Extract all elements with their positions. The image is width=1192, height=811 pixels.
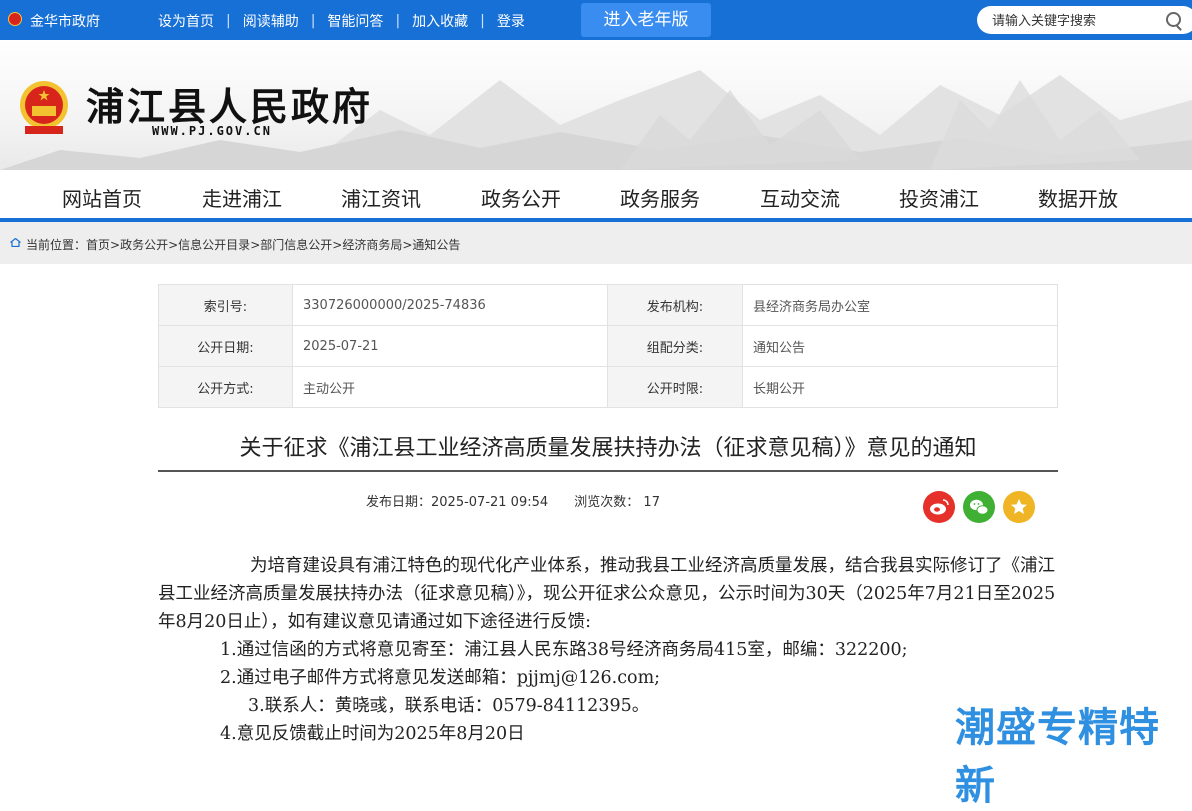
add-favorite-button[interactable] — [1003, 491, 1035, 523]
breadcrumb: 当前位置：首页>政务公开>信息公开目录>部门信息公开>经济商务局>通知公告 — [0, 222, 1192, 264]
breadcrumb-catalog[interactable]: 信息公开目录 — [178, 238, 250, 252]
meta-value: 330726000000/2025-74836 — [292, 284, 608, 326]
breadcrumb-dept-info[interactable]: 部门信息公开 — [260, 238, 332, 252]
meta-label: 公开方式: — [158, 366, 293, 408]
nav-about-pujiang[interactable]: 走进浦江 — [202, 183, 282, 212]
list-item: 4.意见反馈截止时间为2025年8月20日 — [220, 724, 525, 744]
table-row: 公开日期: 2025-07-21 组配分类: 通知公告 — [158, 325, 1058, 367]
publish-info: 发布日期：2025-07-21 09:54 浏览次数： 17 — [366, 491, 682, 510]
list-item: 1.通过信函的方式将意见寄至：浦江县人民东路38号经济商务局415室，邮编：32… — [220, 640, 908, 660]
nav-gov-affairs[interactable]: 政务公开 — [481, 183, 561, 212]
jinhua-gov-link[interactable]: 金华市政府 — [30, 11, 100, 31]
table-row: 索引号: 330726000000/2025-74836 发布机构: 县经济商务… — [158, 284, 1058, 326]
breadcrumb-home[interactable]: 首页 — [86, 238, 110, 252]
site-header: 浦江县人民政府 WWW.PJ.GOV.CN — [0, 40, 1192, 170]
breadcrumb-economic-bureau[interactable]: 经济商务局 — [342, 238, 402, 252]
top-links: 设为首页 | 阅读辅助 | 智能问答 | 加入收藏 | 登录 — [158, 11, 525, 31]
article-title: 关于征求《浦江县工业经济高质量发展扶持办法（征求意见稿）》意见的通知 — [239, 436, 977, 461]
home-icon — [10, 238, 21, 247]
document-meta-table: 索引号: 330726000000/2025-74836 发布机构: 县经济商务… — [158, 284, 1058, 408]
meta-label: 索引号: — [158, 284, 293, 326]
wechat-icon — [970, 499, 989, 515]
share-weibo-button[interactable] — [923, 491, 955, 523]
star-icon — [1011, 499, 1027, 514]
nav-interaction[interactable]: 互动交流 — [760, 183, 840, 212]
meta-label: 公开日期: — [158, 325, 293, 367]
meta-label: 组配分类: — [607, 325, 743, 367]
search-icon[interactable] — [1166, 12, 1181, 27]
search-input[interactable] — [990, 10, 1164, 32]
publish-date: 发布日期：2025-07-21 09:54 — [366, 495, 549, 510]
watermark-text: 潮盛专精特新 — [955, 705, 1160, 809]
article-paragraph: 为培育建设具有浦江特色的现代化产业体系，推动我县工业经济高质量发展，结合我县实际… — [158, 556, 1056, 632]
weibo-icon — [930, 499, 949, 515]
national-emblem-small-icon — [8, 12, 22, 26]
national-emblem-icon — [20, 81, 68, 134]
reading-aid-link[interactable]: 阅读辅助 — [243, 11, 299, 31]
meta-value: 主动公开 — [292, 366, 608, 408]
breadcrumb-prefix: 当前位置： — [26, 238, 87, 252]
meta-value: 长期公开 — [742, 366, 1058, 408]
meta-label: 公开时限: — [607, 366, 743, 408]
nav-gov-services[interactable]: 政务服务 — [620, 183, 700, 212]
title-divider — [158, 470, 1058, 472]
meta-value: 2025-07-21 — [292, 325, 608, 367]
smart-qa-link[interactable]: 智能问答 — [327, 11, 383, 31]
login-link[interactable]: 登录 — [497, 11, 525, 31]
add-favorite-link[interactable]: 加入收藏 — [412, 11, 468, 31]
list-item: 2.通过电子邮件方式将意见发送邮箱：pjjmj@126.com; — [220, 668, 661, 688]
view-count: 浏览次数： 17 — [574, 495, 660, 510]
share-wechat-button[interactable] — [963, 491, 995, 523]
nav-investment[interactable]: 投资浦江 — [899, 183, 979, 212]
meta-label: 发布机构: — [607, 284, 743, 326]
table-row: 公开方式: 主动公开 公开时限: 长期公开 — [158, 366, 1058, 408]
meta-value: 通知公告 — [742, 325, 1058, 367]
set-homepage-link[interactable]: 设为首页 — [158, 11, 214, 31]
nav-home[interactable]: 网站首页 — [62, 183, 142, 212]
site-domain: WWW.PJ.GOV.CN — [152, 124, 272, 138]
site-name: 浦江县人民政府 — [86, 84, 374, 129]
nav-open-data[interactable]: 数据开放 — [1038, 183, 1118, 212]
search-box — [977, 6, 1192, 34]
top-bar: 金华市政府 设为首页 | 阅读辅助 | 智能问答 | 加入收藏 | 登录 进入老… — [0, 0, 1192, 40]
meta-value: 县经济商务局办公室 — [742, 284, 1058, 326]
nav-news[interactable]: 浦江资讯 — [341, 183, 421, 212]
elder-mode-button[interactable]: 进入老年版 — [581, 3, 711, 37]
breadcrumb-notices[interactable]: 通知公告 — [412, 238, 460, 252]
list-item: 3.联系人：黄晓彧，联系电话：0579-84112395。 — [248, 696, 650, 716]
article-body: 为培育建设具有浦江特色的现代化产业体系，推动我县工业经济高质量发展，结合我县实际… — [158, 552, 1058, 748]
main-nav: 网站首页 走进浦江 浦江资讯 政务公开 政务服务 互动交流 投资浦江 数据开放 — [0, 170, 1192, 222]
breadcrumb-gov-affairs[interactable]: 政务公开 — [120, 238, 168, 252]
